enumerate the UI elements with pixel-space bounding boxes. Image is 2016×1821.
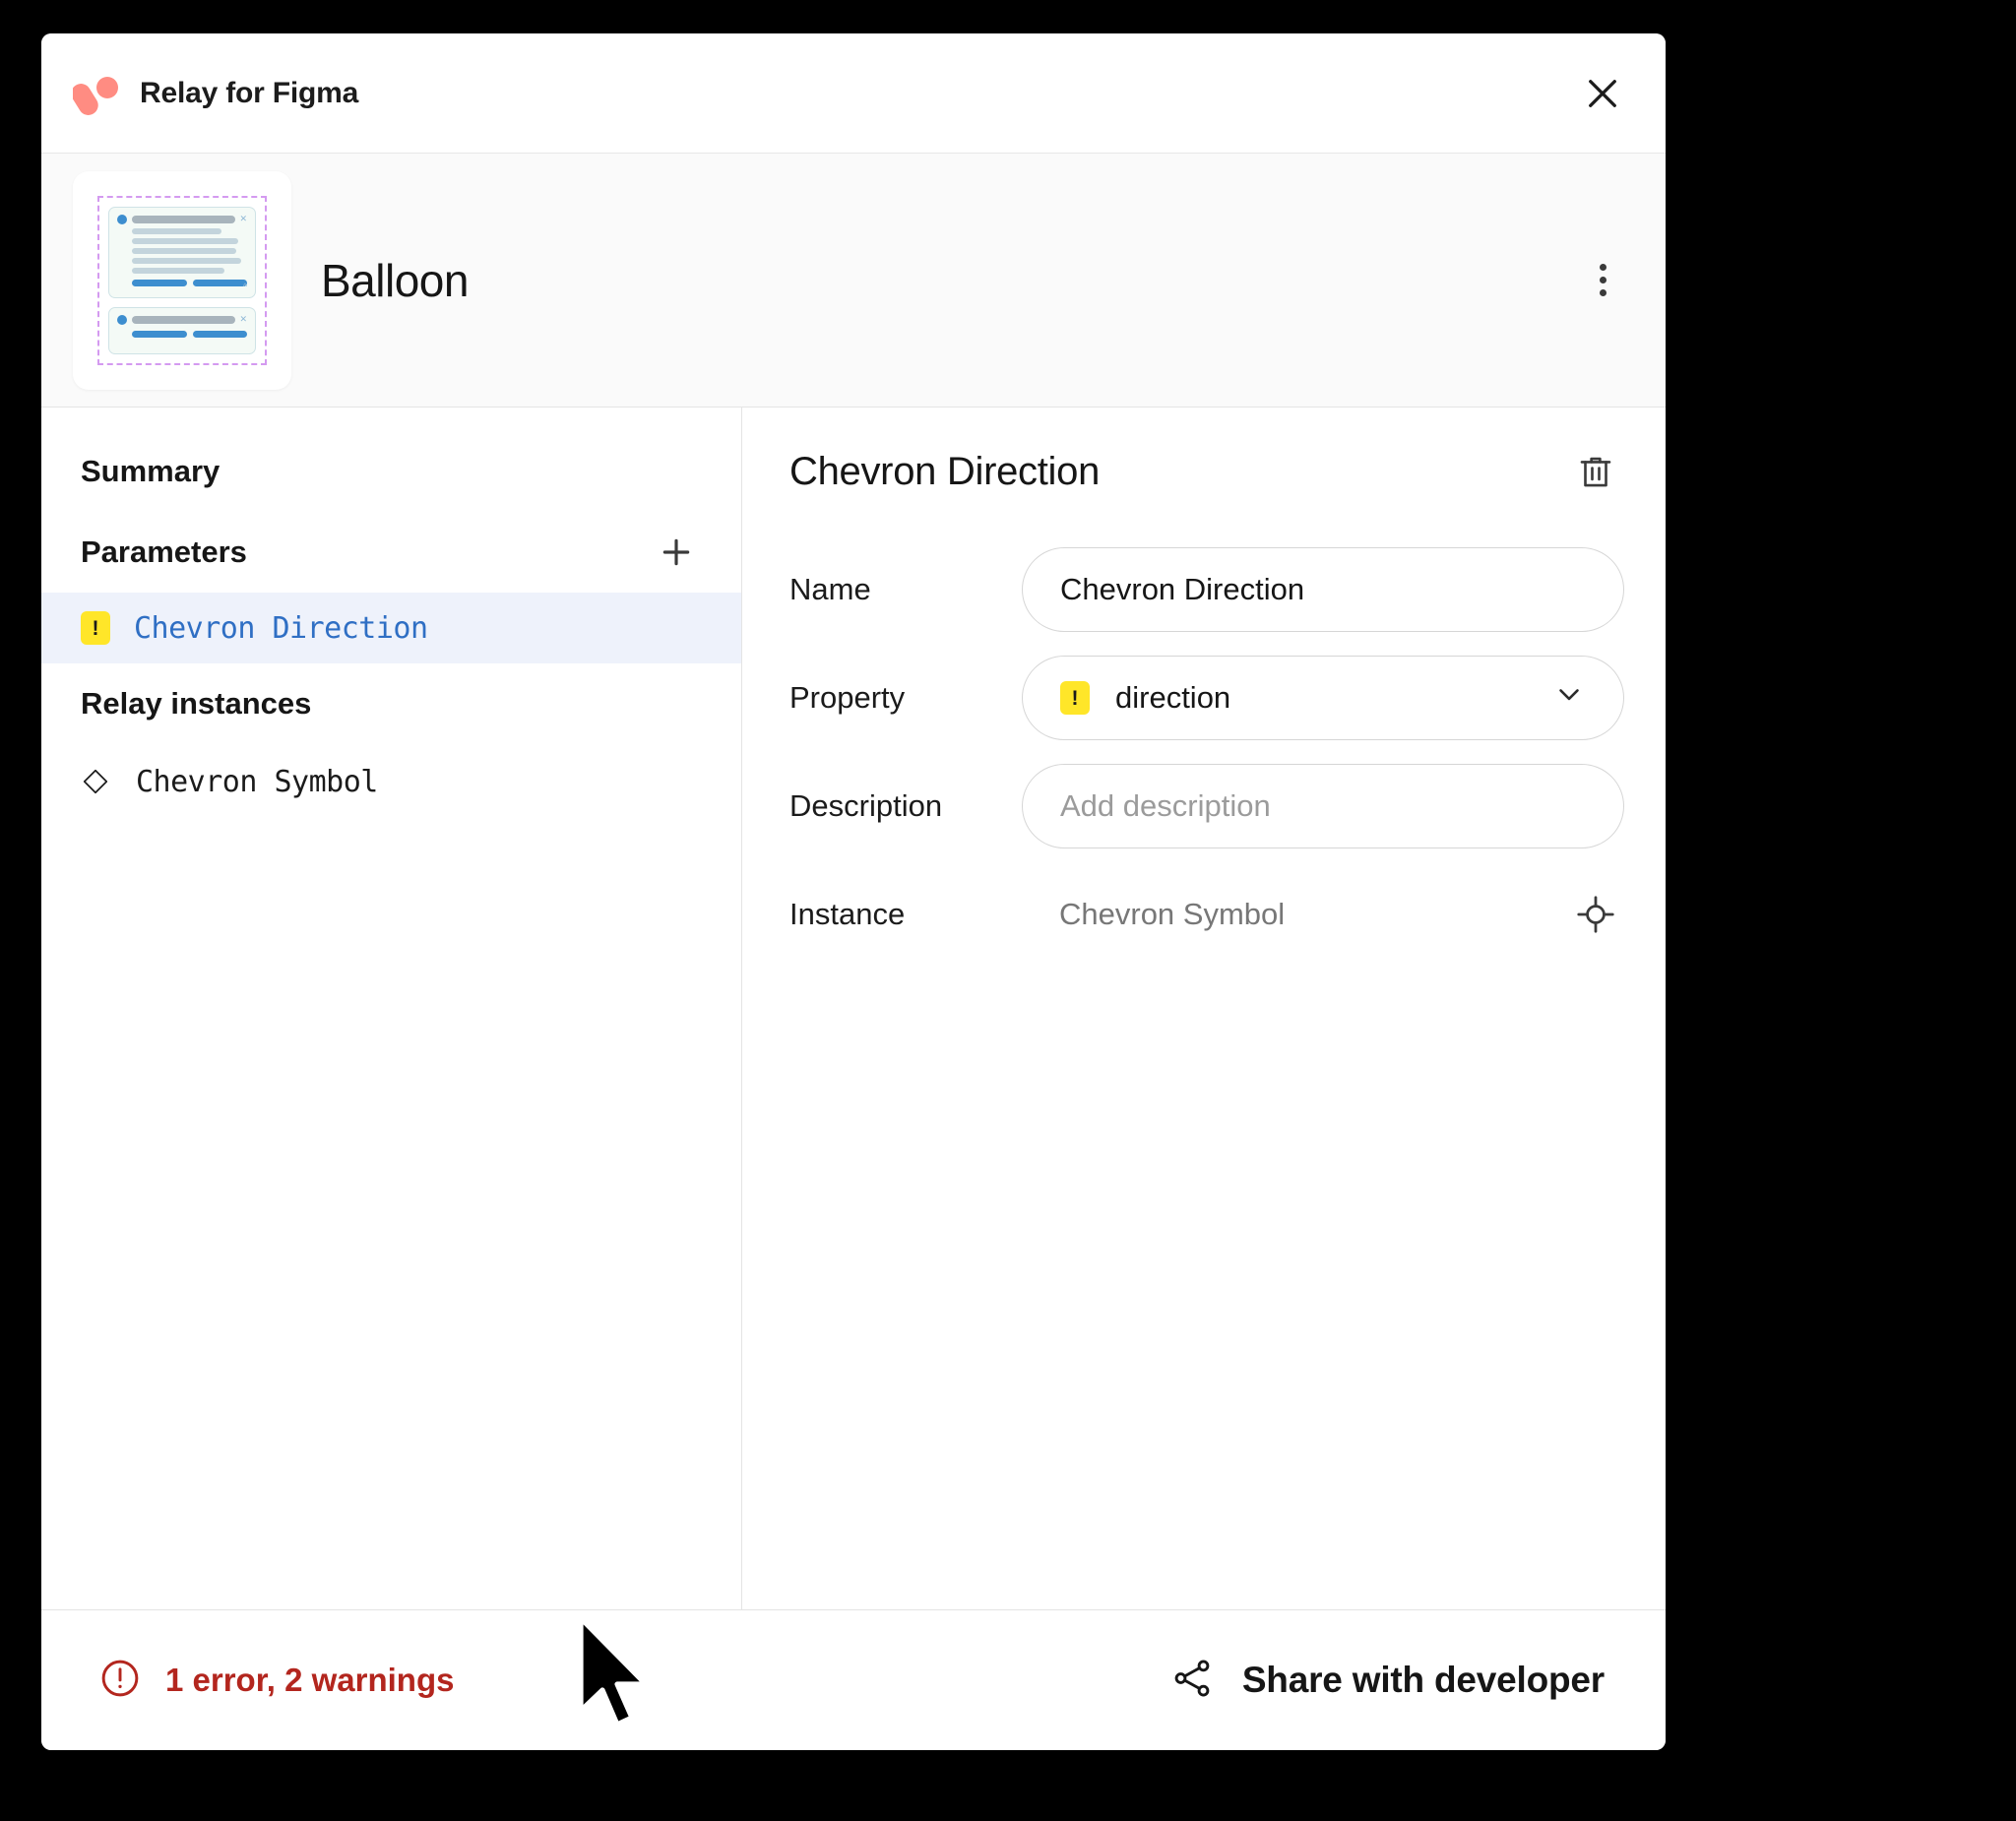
chevron-down-icon <box>1552 677 1586 719</box>
main-body: Summary Parameters ! Chevron Direction R… <box>41 408 1666 1610</box>
field-row-name: Name Chevron Direction <box>789 547 1624 632</box>
error-circle-icon <box>98 1657 142 1705</box>
warning-badge: ! <box>81 611 110 645</box>
thumbnail-title-bar <box>132 215 235 223</box>
parameters-label: Parameters <box>81 534 247 569</box>
thumbnail-avatar-dot <box>117 214 127 224</box>
diamond-icon <box>81 767 110 796</box>
sidebar-item-label: Chevron Direction <box>134 610 428 646</box>
delete-parameter-button[interactable] <box>1567 443 1624 500</box>
title-bar: Relay for Figma <box>41 33 1666 154</box>
thumbnail-caret-icon: ^ <box>242 281 247 291</box>
list-item-chevron-symbol[interactable]: Chevron Symbol <box>41 744 741 819</box>
name-input[interactable]: Chevron Direction <box>1022 547 1624 632</box>
sidebar-section-parameters[interactable]: Parameters <box>41 512 741 593</box>
thumbnail-avatar-dot-2 <box>117 314 127 325</box>
share-with-developer-button[interactable]: Share with developer <box>1156 1646 1618 1716</box>
add-parameter-button[interactable] <box>651 527 702 578</box>
thumbnail-action-buttons <box>117 279 247 286</box>
relay-instances-label: Relay instances <box>81 686 312 721</box>
instance-value: Chevron Symbol <box>1059 897 1286 931</box>
thumbnail-balloon-large: ✕ ^ <box>108 206 256 298</box>
component-thumbnail[interactable]: ✕ ^ ✕ <box>73 170 291 390</box>
detail-header: Chevron Direction <box>789 433 1624 510</box>
thumbnail-close-icon-2: ✕ <box>239 313 247 324</box>
page-title: Balloon <box>321 254 469 306</box>
description-input[interactable]: Add description <box>1022 764 1624 848</box>
status-text: 1 error, 2 warnings <box>165 1662 455 1698</box>
name-label: Name <box>789 572 871 606</box>
property-selected-value: direction <box>1115 680 1231 715</box>
sidebar-section-summary[interactable]: Summary <box>41 431 741 512</box>
target-icon <box>1577 896 1614 933</box>
field-row-description: Description Add description <box>789 764 1624 848</box>
thumbnail-text-lines <box>117 227 247 274</box>
property-warning-badge: ! <box>1060 681 1090 715</box>
file-menu-button[interactable] <box>1573 251 1632 310</box>
field-row-instance: Instance Chevron Symbol <box>789 872 1624 957</box>
locate-instance-button[interactable] <box>1567 886 1624 943</box>
instance-label: Chevron Symbol <box>136 764 378 799</box>
close-icon <box>1589 79 1616 107</box>
footer: 1 error, 2 warnings Share with developer <box>41 1610 1666 1750</box>
sidebar-item-chevron-direction[interactable]: ! Chevron Direction <box>41 593 741 663</box>
property-select[interactable]: ! direction <box>1022 656 1624 740</box>
thumbnail-title-bar-2 <box>132 315 235 324</box>
detail-panel: Chevron Direction Name Chevron Direction… <box>742 408 1666 1609</box>
share-label: Share with developer <box>1241 1660 1605 1700</box>
thumbnail-balloon-small: ✕ <box>108 306 256 354</box>
thumbnail-selection-frame: ✕ ^ ✕ <box>97 195 267 365</box>
trash-icon <box>1580 457 1611 487</box>
property-label: Property <box>789 680 906 715</box>
field-row-property: Property ! direction <box>789 656 1624 740</box>
sidebar: Summary Parameters ! Chevron Direction R… <box>41 408 742 1609</box>
close-button[interactable] <box>1573 64 1632 123</box>
status-badge[interactable]: 1 error, 2 warnings <box>98 1657 454 1705</box>
plugin-window: Relay for Figma ✕ ^ ✕ Balloon Summary Pa… <box>41 33 1666 1750</box>
share-icon <box>1169 1656 1215 1706</box>
plus-icon <box>662 538 690 566</box>
thumbnail-close-icon: ✕ <box>239 213 247 223</box>
description-label: Description <box>789 788 943 823</box>
app-title: Relay for Figma <box>140 76 359 109</box>
instance-label-static: Instance <box>789 897 906 931</box>
thumbnail-action-buttons-2 <box>117 330 247 338</box>
detail-title: Chevron Direction <box>789 449 1101 493</box>
summary-label: Summary <box>81 454 220 488</box>
file-header: ✕ ^ ✕ Balloon <box>41 154 1666 408</box>
kebab-menu-icon <box>1599 264 1606 271</box>
relay-logo-icon <box>71 69 122 118</box>
sidebar-section-relay-instances[interactable]: Relay instances <box>41 663 741 744</box>
